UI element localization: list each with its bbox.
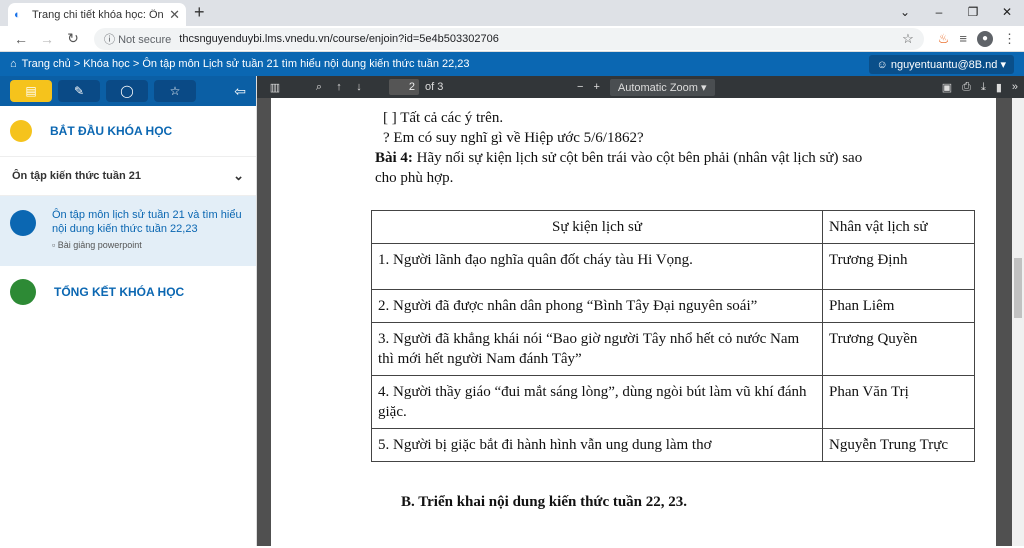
forward-arrow-icon[interactable]: →	[34, 31, 60, 47]
doc-line: cho phù hợp.	[375, 170, 453, 187]
window-controls: ⌄ – ❐ ✕	[888, 0, 1024, 26]
close-window-button[interactable]: ✕	[990, 0, 1024, 26]
zoom-select[interactable]: Automatic Zoom ▾	[610, 79, 715, 96]
person-cell: Trương Quyền	[823, 323, 975, 376]
bookmark-icon[interactable]: ▮	[996, 81, 1002, 94]
course-sidebar: ▤ ✎ ◯ ☆ ⇦ BẮT ĐẦU KHÓA HỌC Ôn tập kiến t…	[0, 76, 257, 546]
open-file-icon[interactable]: ▣	[942, 81, 952, 94]
url-field[interactable]: ⓘ Not secure thcsnguyenduybi.lms.vnedu.v…	[94, 28, 924, 50]
url-text: thcsnguyenduybi.lms.vnedu.vn/course/enjo…	[179, 33, 499, 45]
event-cell: 3. Người đã khẳng khái nói “Bao giờ ngườ…	[372, 323, 823, 376]
person-cell: Nguyễn Trung Trực	[823, 429, 975, 462]
breadcrumb[interactable]: Trang chủ > Khóa học > Ôn tập môn Lịch s…	[22, 58, 470, 70]
media-control-icon[interactable]: ≡	[959, 31, 967, 46]
menu-kebab-icon[interactable]: ⋮	[1003, 31, 1016, 47]
chevron-down-icon[interactable]: ⌄	[888, 0, 922, 26]
next-page-icon[interactable]: ↓	[349, 81, 369, 93]
course-start-item[interactable]: BẮT ĐẦU KHÓA HỌC	[0, 106, 256, 156]
table-row: 3. Người đã khẳng khái nói “Bao giờ ngườ…	[372, 323, 975, 376]
table-header: Sự kiện lịch sử	[372, 211, 823, 244]
prev-page-icon[interactable]: ↑	[329, 81, 349, 93]
course-end-label: TỔNG KẾT KHÓA HỌC	[54, 285, 184, 299]
print-icon[interactable]: ⎙	[962, 81, 971, 94]
tab-comments[interactable]: ◯	[106, 80, 148, 102]
back-arrow-icon[interactable]: ←	[8, 31, 34, 47]
event-cell: 4. Người thầy giáo “đui mắt sáng lòng”, …	[372, 376, 823, 429]
zoom-controls: − + Automatic Zoom ▾	[577, 79, 715, 96]
lesson-type: Bài giảng powerpoint	[58, 240, 142, 250]
file-icon: ▫	[52, 240, 55, 250]
search-icon[interactable]: ⌕	[309, 81, 329, 94]
sidebar-toggle-icon[interactable]: ▥	[265, 81, 285, 94]
scrollbar[interactable]	[1012, 98, 1024, 546]
course-start-label: BẮT ĐẦU KHÓA HỌC	[50, 124, 172, 138]
person-cell: Trương Định	[823, 244, 975, 290]
table-row: 1. Người lãnh đạo nghĩa quân đốt cháy tà…	[372, 244, 975, 290]
extension-icon[interactable]: ♨	[938, 31, 950, 47]
bookmark-star-icon[interactable]: ☆	[902, 31, 914, 47]
pdf-actions: ▣ ⎙ ⤓ ▮ »	[942, 81, 1018, 94]
lesson-item[interactable]: Ôn tập môn lịch sử tuần 21 và tìm hiểu n…	[0, 196, 256, 266]
table-header-row: Sự kiện lịch sử Nhân vật lịch sử	[372, 211, 975, 244]
lesson-title: Ôn tập môn lịch sử tuần 21 và tìm hiểu n…	[52, 208, 246, 236]
table-row: 4. Người thầy giáo “đui mắt sáng lòng”, …	[372, 376, 975, 429]
tab-title: Trang chi tiết khóa học: Ôn tập m	[32, 9, 165, 21]
tab-favorites[interactable]: ☆	[154, 80, 196, 102]
tab-attachments[interactable]: ✎	[58, 80, 100, 102]
table-row: 5. Người bị giặc bắt đi hành hình vẫn un…	[372, 429, 975, 462]
sidebar-tabs: ▤ ✎ ◯ ☆ ⇦	[0, 76, 256, 106]
home-icon[interactable]: ⌂	[10, 58, 17, 70]
minimize-button[interactable]: –	[922, 0, 956, 26]
browser-tab[interactable]: ◐ Trang chi tiết khóa học: Ôn tập m ✕	[8, 3, 186, 26]
tools-chevron-icon[interactable]: »	[1012, 81, 1018, 94]
page-count: of 3	[425, 81, 443, 93]
chevron-down-icon[interactable]: ⌄	[233, 168, 244, 184]
zoom-out-icon[interactable]: −	[577, 81, 583, 93]
page-number-input[interactable]: 2	[389, 79, 419, 95]
table-row: 2. Người đã được nhân dân phong “Bình Tâ…	[372, 290, 975, 323]
tab-lessons[interactable]: ▤	[10, 80, 52, 102]
reload-icon[interactable]: ↻	[60, 30, 86, 47]
site-header: ⌂ Trang chủ > Khóa học > Ôn tập môn Lịch…	[0, 52, 1024, 76]
pdf-page: [ ] Tất cả các ý trên. ? Em có suy nghĩ …	[271, 98, 996, 548]
main-area: ▤ ✎ ◯ ☆ ⇦ BẮT ĐẦU KHÓA HỌC Ôn tập kiến t…	[0, 76, 1024, 546]
doc-line: Bài 4: Hãy nối sự kiện lịch sử cột bên t…	[375, 150, 862, 167]
user-menu[interactable]: ☺ nguyentuantu@8B.nd ▾	[869, 55, 1014, 74]
event-cell: 1. Người lãnh đạo nghĩa quân đốt cháy tà…	[372, 244, 823, 290]
pdf-viewer: ▥ ⌕ ↑ ↓ 2 of 3 − + Automatic Zoom ▾ ▣ ⎙ …	[257, 76, 1024, 546]
pdf-toolbar: ▥ ⌕ ↑ ↓ 2 of 3 − + Automatic Zoom ▾ ▣ ⎙ …	[257, 76, 1024, 98]
site-favicon-icon: ◐	[14, 9, 26, 21]
address-bar: ← → ↻ ⓘ Not secure thcsnguyenduybi.lms.v…	[0, 26, 1024, 52]
status-dot-icon	[10, 120, 32, 142]
section-b-heading: B. Triển khai nội dung kiến thức tuần 22…	[401, 494, 687, 511]
maximize-button[interactable]: ❐	[956, 0, 990, 26]
not-secure-label[interactable]: ⓘ Not secure	[104, 31, 171, 47]
back-circle-icon[interactable]: ⇦	[234, 83, 246, 100]
doc-line: ? Em có suy nghĩ gì về Hiệp ước 5/6/1862…	[383, 130, 644, 147]
profile-avatar[interactable]: ●	[977, 31, 993, 47]
status-dot-icon	[10, 279, 36, 305]
event-cell: 5. Người bị giặc bắt đi hành hình vẫn un…	[372, 429, 823, 462]
scrollbar-thumb[interactable]	[1014, 258, 1022, 318]
table-header: Nhân vật lịch sử	[823, 211, 975, 244]
person-cell: Phan Liêm	[823, 290, 975, 323]
tab-strip: ◐ Trang chi tiết khóa học: Ôn tập m ✕ + …	[0, 0, 1024, 26]
section-title: Ôn tập kiến thức tuần 21	[12, 170, 141, 182]
close-tab-icon[interactable]: ✕	[169, 7, 180, 23]
course-end-item[interactable]: TỔNG KẾT KHÓA HỌC	[0, 266, 256, 318]
extensions-area: ♨ ≡ ● ⋮	[938, 31, 1016, 47]
zoom-in-icon[interactable]: +	[593, 81, 599, 93]
status-dot-icon	[10, 210, 36, 236]
person-cell: Phan Văn Trị	[823, 376, 975, 429]
new-tab-button[interactable]: +	[194, 2, 205, 23]
download-icon[interactable]: ⤓	[981, 81, 986, 94]
section-header[interactable]: Ôn tập kiến thức tuần 21 ⌄	[0, 156, 256, 196]
event-cell: 2. Người đã được nhân dân phong “Bình Tâ…	[372, 290, 823, 323]
events-table: Sự kiện lịch sử Nhân vật lịch sử 1. Ngườ…	[371, 210, 975, 462]
doc-line: [ ] Tất cả các ý trên.	[383, 110, 503, 127]
